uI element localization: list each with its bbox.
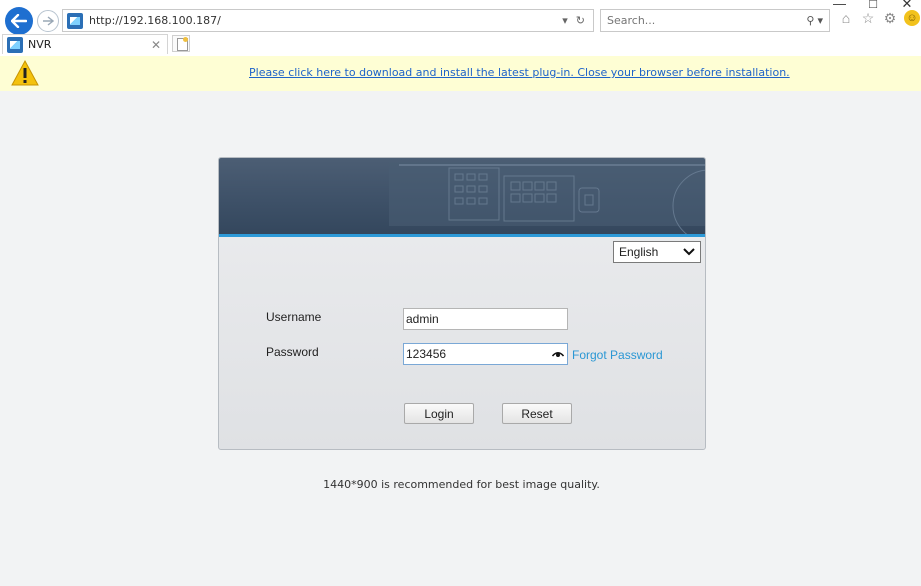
search-icon[interactable]: ⚲ ▾	[806, 14, 829, 27]
tab-nvr[interactable]: NVR ✕	[2, 34, 168, 54]
home-icon[interactable]: ⌂	[838, 10, 854, 26]
dropdown-icon[interactable]: ▾	[562, 14, 568, 27]
forgot-password-link[interactable]: Forgot Password	[572, 348, 663, 362]
feedback-smiley-icon[interactable]: ☺	[904, 10, 920, 26]
username-value: admin	[406, 312, 439, 326]
warning-icon	[11, 59, 39, 86]
browser-toolbar: ⌂ ☆ ⚙ ☺	[838, 10, 920, 26]
username-field[interactable]: admin	[403, 308, 568, 330]
password-label: Password	[266, 345, 319, 359]
language-select[interactable]: English	[613, 241, 701, 263]
forward-button[interactable]	[37, 10, 59, 32]
address-tools: ▾ ↻	[562, 14, 593, 27]
refresh-icon[interactable]: ↻	[576, 14, 585, 27]
address-bar[interactable]: http://192.168.100.187/ ▾ ↻	[62, 9, 594, 32]
tab-favicon-icon	[7, 36, 23, 53]
password-value: 123456	[406, 347, 447, 361]
resolution-hint: 1440*900 is recommended for best image q…	[323, 478, 600, 491]
username-label: Username	[266, 310, 322, 324]
banner-accent-line	[219, 234, 705, 237]
site-favicon-icon	[67, 12, 83, 29]
plugin-infobar: Please click here to download and instal…	[0, 56, 921, 91]
arrow-right-icon	[43, 16, 54, 26]
login-panel: English Username admin Password 123456 F…	[218, 157, 706, 450]
search-box[interactable]: ⚲ ▾	[600, 9, 830, 32]
search-input[interactable]	[607, 14, 787, 27]
device-banner	[219, 158, 705, 234]
nvr-device-image	[389, 162, 705, 234]
address-url: http://192.168.100.187/	[89, 14, 221, 27]
eye-icon[interactable]	[552, 349, 564, 359]
favorites-star-icon[interactable]: ☆	[860, 10, 876, 26]
new-tab-button[interactable]	[172, 35, 190, 52]
login-button[interactable]: Login	[404, 403, 474, 424]
reset-button[interactable]: Reset	[502, 403, 572, 424]
chevron-down-icon	[678, 248, 700, 256]
tab-close-icon[interactable]: ✕	[151, 38, 161, 52]
browser-chrome: — □ ✕ http://192.168.100.187/ ▾ ↻ ⚲ ▾ ⌂ …	[0, 0, 921, 56]
gear-icon[interactable]: ⚙	[882, 10, 898, 26]
arrow-left-icon	[11, 14, 27, 28]
back-button[interactable]	[5, 7, 33, 35]
tab-title: NVR	[28, 38, 52, 51]
language-value: English	[619, 245, 659, 259]
plugin-download-link[interactable]: Please click here to download and instal…	[249, 66, 790, 79]
password-field[interactable]: 123456	[403, 343, 568, 365]
